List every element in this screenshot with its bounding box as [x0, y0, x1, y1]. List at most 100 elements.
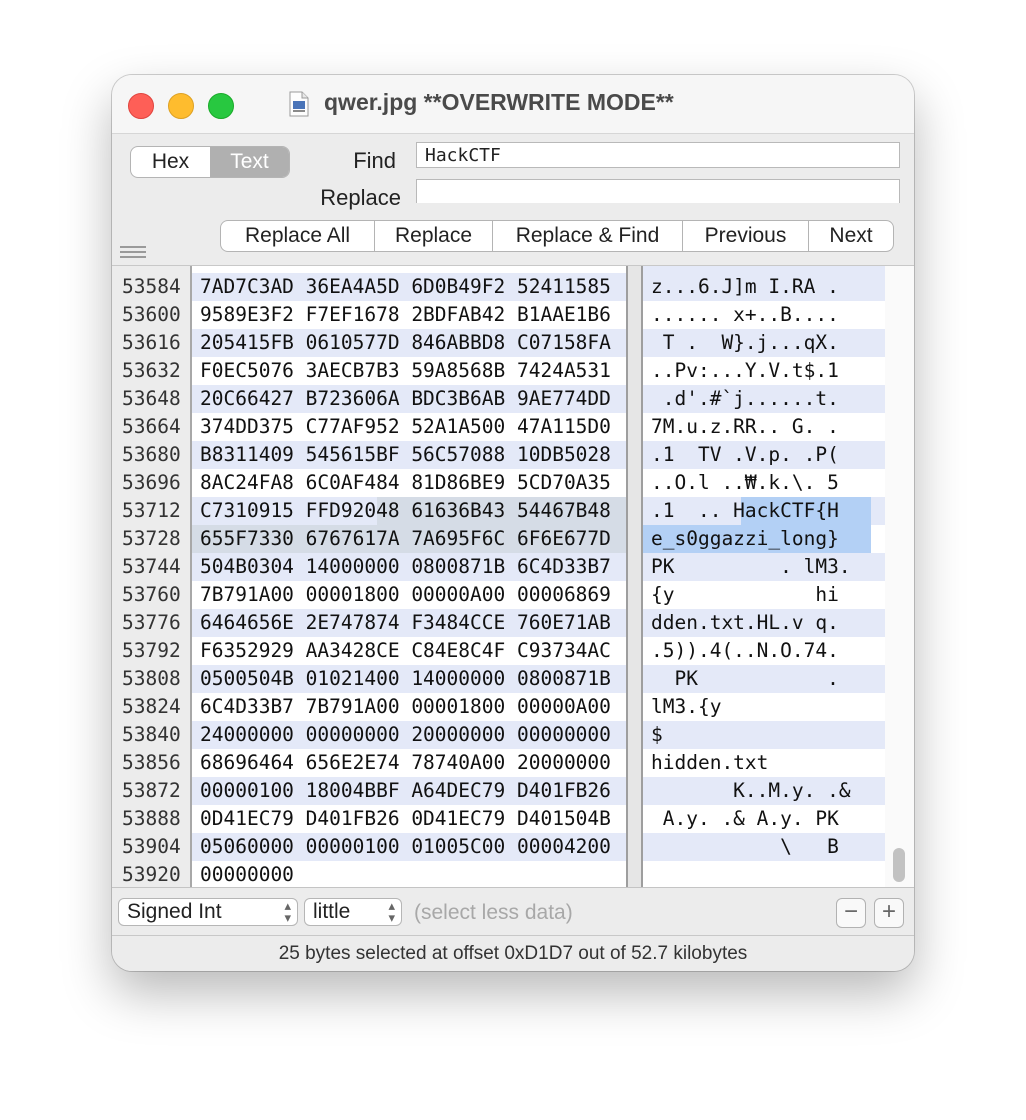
hex-row[interactable]: 504B0304 14000000 0800871B 6C4D33B7: [200, 553, 611, 581]
row-offset: 53808: [122, 667, 181, 690]
text-row[interactable]: PK . lM3.: [651, 553, 851, 581]
find-input[interactable]: [416, 142, 900, 168]
replace-and-find-button[interactable]: Replace & Find: [493, 221, 683, 251]
hex-row[interactable]: 9589E3F2 F7EF1678 2BDFAB42 B1AAE1B6: [200, 301, 611, 329]
hex-row[interactable]: 20C66427 B723606A BDC3B6AB 9AE774DD: [200, 385, 611, 413]
text-row[interactable]: $: [651, 721, 663, 749]
text-row[interactable]: e_s0ggazzi_long}: [651, 525, 839, 553]
text-row[interactable]: .5)).4(..N.O.74.: [651, 637, 839, 665]
row-offset: 53600: [122, 303, 181, 326]
text-row[interactable]: dden.txt.HL.v q.: [651, 609, 839, 637]
text-row[interactable]: ..Pv:...Y.V.t$.1: [651, 357, 839, 385]
minimize-button[interactable]: [168, 93, 194, 119]
row-offset: 53872: [122, 779, 181, 802]
mode-segmented-control[interactable]: Hex Text: [130, 146, 290, 178]
plus-button[interactable]: +: [874, 898, 904, 928]
close-button[interactable]: [128, 93, 154, 119]
hex-row[interactable]: F0EC5076 3AECB7B3 59A8568B 7424A531: [200, 357, 611, 385]
hex-row[interactable]: 24000000 00000000 20000000 00000000: [200, 721, 611, 749]
row-offset: 53664: [122, 415, 181, 438]
row-offset: 53792: [122, 639, 181, 662]
text-row[interactable]: z...6.J]m I.RA .: [651, 273, 839, 301]
hex-row[interactable]: 00000000: [200, 861, 294, 888]
text-row[interactable]: ...... x+..B....: [651, 301, 839, 329]
zoom-button[interactable]: [208, 93, 234, 119]
type-select[interactable]: Signed Int ▴ ▾: [118, 898, 298, 926]
hex-row[interactable]: C7310915 FFD92048 61636B43 54467B48: [200, 497, 611, 525]
row-offset: 53744: [122, 555, 181, 578]
scrollbar-thumb[interactable]: [893, 848, 905, 882]
row-offset: 53760: [122, 583, 181, 606]
type-select-value: Signed Int: [127, 900, 222, 923]
text-row[interactable]: {y hi: [651, 581, 839, 609]
text-row[interactable]: 7M.u.z.RR.. G. .: [651, 413, 839, 441]
text-row[interactable]: K..M.y. .&: [651, 777, 850, 805]
next-button[interactable]: Next: [809, 221, 893, 251]
text-row[interactable]: .1 .. HackCTF{H: [651, 497, 839, 525]
find-toolbar: Hex Text Find Replace Replace All Replac…: [112, 134, 914, 264]
find-label: Find: [353, 148, 396, 173]
hex-row[interactable]: 655F7330 6767617A 7A695F6C 6F6E677D: [200, 525, 611, 553]
hex-row[interactable]: 0500504B 01021400 14000000 0800871B: [200, 665, 611, 693]
replace-button-group: Replace All Replace Replace & Find Previ…: [220, 220, 894, 252]
minus-button[interactable]: −: [836, 898, 866, 928]
row-offset: 53920: [122, 863, 181, 886]
replace-all-button[interactable]: Replace All: [221, 221, 375, 251]
hex-row[interactable]: 205415FB 0610577D 846ABBD8 C07158FA: [200, 329, 611, 357]
row-offset: 53632: [122, 359, 181, 382]
text-row[interactable]: hidden.txt: [651, 749, 768, 777]
text-row[interactable]: lM3.{y: [651, 693, 721, 721]
offset-column: 53584 53600 53616 53632 53648 53664 53680 53696…: [112, 266, 192, 888]
hex-row[interactable]: 00000100 18004BBF A64DEC79 D401FB26: [200, 777, 611, 805]
hex-row[interactable]: B8311409 545615BF 56C57088 10DB5028: [200, 441, 611, 469]
previous-button[interactable]: Previous: [683, 221, 809, 251]
hex-row[interactable]: 0D41EC79 D401FB26 0D41EC79 D401504B: [200, 805, 611, 833]
text-mode-button[interactable]: Text: [210, 147, 289, 177]
hex-row[interactable]: 8AC24FA8 6C0AF484 81D86BE9 5CD70A35: [200, 469, 611, 497]
status-bar: 25 bytes selected at offset 0xD1D7 out o…: [112, 935, 914, 971]
row-band: [643, 721, 885, 749]
text-row[interactable]: A.y. .& A.y. PK: [651, 805, 839, 833]
hex-row[interactable]: 7AD7C3AD 36EA4A5D 6D0B49F2 52411585: [200, 273, 611, 301]
hex-row[interactable]: 6C4D33B7 7B791A00 00001800 00000A00: [200, 693, 611, 721]
row-offset: 53696: [122, 471, 181, 494]
text-row[interactable]: \ B: [651, 833, 839, 861]
row-offset: 53856: [122, 751, 181, 774]
hex-editor-area: 53584 53600 53616 53632 53648 53664 53680 53696…: [112, 265, 914, 888]
row-offset: 53728: [122, 527, 181, 550]
hex-row[interactable]: 7B791A00 00001800 00000A00 00006869: [200, 581, 611, 609]
replace-input[interactable]: [416, 179, 900, 203]
replace-button[interactable]: Replace: [375, 221, 493, 251]
row-offset: 53904: [122, 835, 181, 858]
text-row[interactable]: T . W}.j...qX.: [651, 329, 839, 357]
text-row[interactable]: PK .: [651, 665, 838, 693]
row-offset: 53824: [122, 695, 181, 718]
hex-row[interactable]: 6464656E 2E747874 F3484CCE 760E71AB: [200, 609, 611, 637]
hex-mode-button[interactable]: Hex: [131, 147, 210, 177]
pane-divider[interactable]: [626, 266, 643, 888]
vertical-scrollbar[interactable]: [885, 266, 914, 888]
hex-row[interactable]: 68696464 656E2E74 78740A00 20000000: [200, 749, 611, 777]
editor-window: qwer.jpg **OVERWRITE MODE** Hex Text Fin…: [112, 75, 914, 971]
title-bar[interactable]: qwer.jpg **OVERWRITE MODE**: [112, 75, 914, 134]
row-offset: 53680: [122, 443, 181, 466]
row-offset: 53776: [122, 611, 181, 634]
hex-row[interactable]: 374DD375 C77AF952 52A1A500 47A115D0: [200, 413, 611, 441]
replace-label: Replace: [320, 185, 401, 210]
row-offset: 53648: [122, 387, 181, 410]
resize-grip-icon[interactable]: [120, 246, 146, 261]
row-offset: 53840: [122, 723, 181, 746]
text-row[interactable]: .d'.#`j......t.: [651, 385, 839, 413]
hex-row[interactable]: F6352929 AA3428CE C84E8C4F C93734AC: [200, 637, 611, 665]
row-offset: 53888: [122, 807, 181, 830]
inspector-hint: (select less data): [414, 901, 573, 924]
text-row[interactable]: .1 TV .V.p. .P(: [651, 441, 839, 469]
hex-row[interactable]: 05060000 00000100 01005C00 00004200: [200, 833, 611, 861]
endian-select[interactable]: little ▴ ▾: [304, 898, 402, 926]
document-icon: [289, 91, 309, 117]
hex-pane[interactable]: 7AD7C3AD 36EA4A5D 6D0B49F2 52411585 9589E…: [192, 266, 626, 888]
data-inspector-bar: Signed Int ▴ ▾ little ▴ ▾ (select less dat…: [112, 887, 914, 936]
text-pane[interactable]: z...6.J]m I.RA ....... x+..B.... T . W}.…: [643, 266, 885, 888]
text-row[interactable]: ..O.l ..₩.k.\. 5: [651, 469, 839, 497]
updown-chevron-icon: ▴ ▾: [284, 898, 291, 925]
